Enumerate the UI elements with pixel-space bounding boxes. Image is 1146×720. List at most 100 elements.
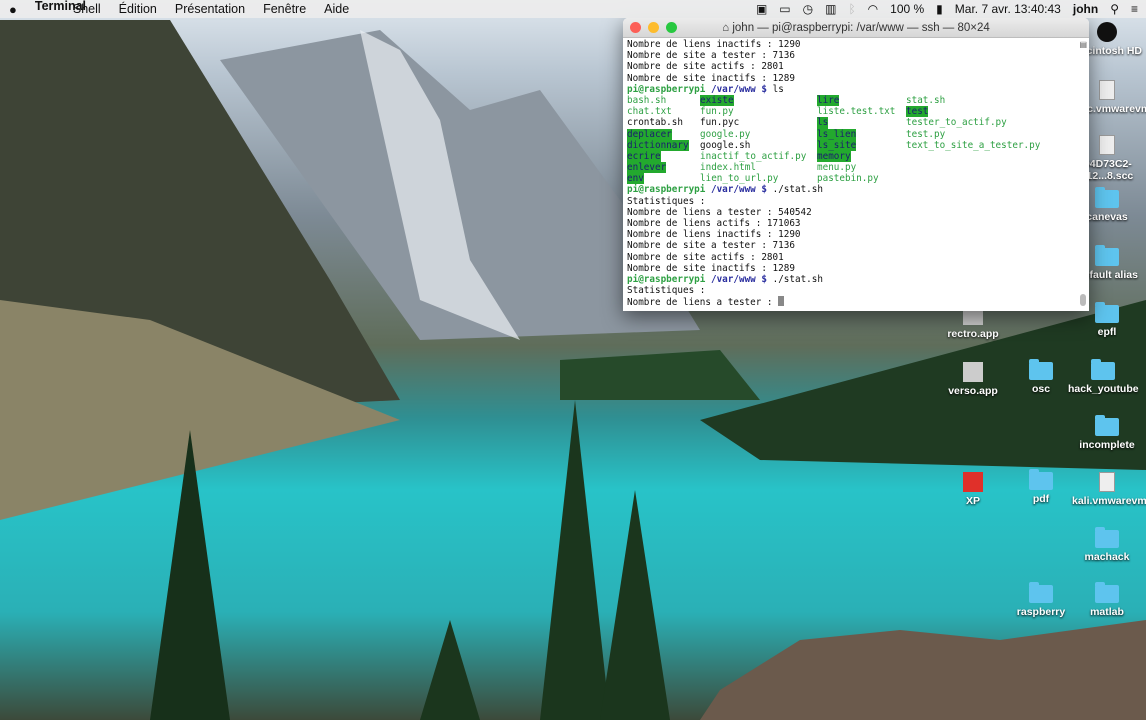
ls-entry: stat.sh (906, 94, 946, 106)
desktop-icon-label: XP (965, 495, 980, 507)
prompt-symbol: $ (761, 184, 767, 196)
ls-row: bash.sh existe lire stat.sh (627, 94, 1075, 107)
airplay-icon[interactable]: ▭ (779, 2, 790, 16)
desktop-icon-hack-youtube[interactable]: hack_youtube (1068, 359, 1139, 395)
spotlight-search-icon[interactable]: ⚲ (1110, 2, 1119, 16)
screen-record-icon[interactable]: ▣ (756, 2, 767, 16)
command: ls (772, 83, 784, 95)
zoom-button[interactable] (666, 22, 677, 33)
ls-entry: tester_to_actif.py (906, 117, 1007, 129)
ls-entry: lien_to_url.py (700, 173, 779, 185)
split-pane-icon[interactable]: ▤ (1079, 40, 1087, 49)
menu-edition[interactable]: Édition (119, 2, 157, 16)
prompt-symbol: $ (761, 83, 767, 95)
time-machine-icon[interactable]: ◷ (803, 2, 813, 16)
output-line: Nombre de liens a tester : 540542 (627, 206, 812, 218)
menu-presentation[interactable]: Présentation (175, 2, 245, 16)
folder-icon (1029, 469, 1053, 490)
folder-icon (1029, 359, 1053, 380)
desktop-icon-raspberry[interactable]: raspberry (1006, 582, 1076, 618)
desktop-icon-matlab[interactable]: matlab (1072, 582, 1142, 618)
apple-menu-icon[interactable]: ● (9, 2, 17, 17)
menu-fenetre[interactable]: Fenêtre (263, 2, 306, 16)
ls-entry: menu.py (817, 162, 857, 174)
menu-app-terminal[interactable]: Terminal (35, 0, 86, 19)
ls-entry: inactif_to_actif.py (700, 150, 807, 162)
ls-entry: enlever (627, 162, 667, 174)
desktop-icon-incomplete[interactable]: incomplete (1072, 415, 1142, 451)
output-line: Nombre de site inactifs : 1289 (627, 262, 795, 274)
disk-icon (1097, 22, 1117, 42)
output-line: Nombre de site actifs : 2801 (627, 61, 784, 73)
close-button[interactable] (630, 22, 641, 33)
ls-entry: env (627, 173, 644, 185)
file-icon (1099, 135, 1115, 155)
bluetooth-icon[interactable]: ᛒ (848, 2, 855, 16)
folder-icon (1095, 187, 1119, 208)
prompt-path: /var/www (710, 83, 756, 95)
desktop-icon-osc[interactable]: osc (1006, 359, 1076, 395)
cursor (778, 296, 785, 307)
ls-entry: test (906, 106, 929, 118)
ls-entry: ls_site (817, 139, 857, 151)
command: ./stat.sh (772, 273, 823, 285)
output-line: Nombre de liens inactifs : 1290 (627, 39, 801, 50)
ls-entry: ecrire (627, 150, 661, 163)
desktop-icon-kali-vmwarevm[interactable]: kali.vmwarevm (1072, 472, 1146, 507)
ls-entry: crontab.sh (627, 117, 683, 129)
scrollbar-thumb[interactable] (1080, 294, 1086, 306)
folder-icon (1095, 527, 1119, 548)
desktop-icon-verso-app[interactable]: verso.app (938, 362, 1008, 397)
ls-entry: chat.txt (627, 106, 672, 118)
output-line: Nombre de site a tester : 7136 (627, 240, 795, 252)
desktop-icon-label: kali.vmwarevm (1072, 495, 1146, 507)
scrollbar[interactable]: ▤ (1078, 40, 1087, 309)
ls-entry: index.html (700, 162, 756, 174)
terminal-window[interactable]: ⌂ john — pi@raspberrypi: /var/www — ssh … (623, 18, 1089, 311)
desktop-icon-xp[interactable]: XP (938, 472, 1008, 507)
terminal-output[interactable]: Nombre de liens inactifs : 1290 Nombre d… (627, 39, 1075, 308)
menu-aide[interactable]: Aide (324, 2, 349, 16)
prompt-line: pi@raspberrypi /var/www $ ls (627, 84, 1075, 95)
wifi-icon[interactable]: ◠ (868, 2, 878, 16)
ls-entry: pastebin.py (817, 173, 879, 185)
ls-entry: google.sh (700, 139, 751, 151)
battery-percent[interactable]: 100 % (890, 2, 924, 16)
prompt-symbol: $ (761, 273, 767, 285)
output-line: Nombre de liens a tester : (627, 297, 779, 309)
ls-entry: google.py (700, 128, 751, 140)
desktop-icon-machack[interactable]: machack (1072, 527, 1142, 563)
ls-entry: existe (700, 94, 734, 107)
desktop-icon-label: machack (1084, 551, 1130, 563)
ls-entry: deplacer (627, 128, 672, 140)
ls-row: enlever index.html menu.py (627, 162, 1075, 174)
notification-center-icon[interactable]: ≡ (1131, 2, 1138, 16)
ls-entry: liste.test.txt (817, 106, 896, 118)
ls-entry: memory (817, 150, 851, 163)
memory-icon[interactable]: ▥ (825, 2, 836, 16)
ls-entry: dictionnary (627, 139, 689, 151)
menu-shell[interactable]: Shell (73, 2, 101, 16)
clock[interactable]: Mar. 7 avr. 13:40:43 (955, 2, 1061, 16)
desktop-icon-pdf[interactable]: pdf (1006, 469, 1076, 505)
ls-listing: bash.sh existe lire stat.sh chat.txt fun.py li… (627, 94, 1075, 185)
app-icon (963, 362, 983, 382)
desktop-icon-label: pdf (1032, 493, 1050, 505)
command: ./stat.sh (772, 184, 823, 196)
prompt-line: pi@raspberrypi /var/www $ ./stat.sh (627, 274, 1075, 285)
user-menu[interactable]: john (1073, 2, 1098, 16)
ls-row: deplacer google.py ls_lien test.py (627, 128, 1075, 140)
desktop-icon-label: osc (1031, 383, 1051, 395)
output-line: Nombre de site a tester : 7136 (627, 50, 795, 62)
input-line: Nombre de liens a tester : (627, 296, 1075, 309)
ls-row: ecrire inactif_to_actif.py memory (627, 150, 1075, 163)
file-icon (1099, 80, 1115, 100)
desktop-icon-label: hack_youtube (1068, 383, 1139, 395)
prompt-path: /var/www (710, 273, 756, 285)
terminal-title-bar[interactable]: ⌂ john — pi@raspberrypi: /var/www — ssh … (623, 18, 1089, 38)
output-line: Nombre de liens actifs : 171063 (627, 218, 801, 229)
ls-row: env lien_to_url.py pastebin.py (627, 173, 1075, 185)
battery-icon[interactable]: ▮ (936, 2, 943, 16)
folder-icon (1095, 415, 1119, 436)
minimize-button[interactable] (648, 22, 659, 33)
